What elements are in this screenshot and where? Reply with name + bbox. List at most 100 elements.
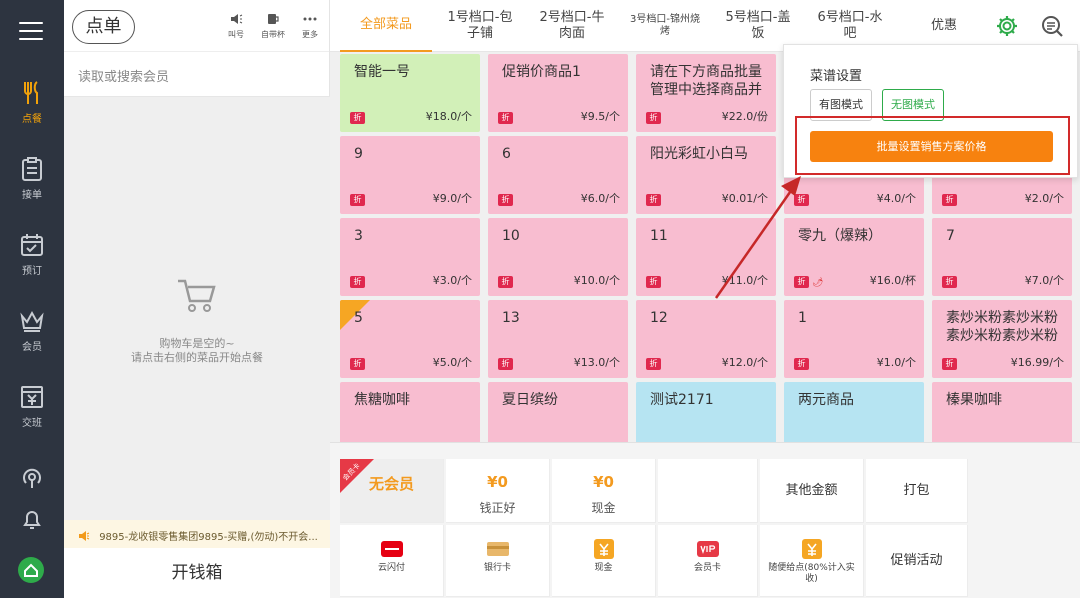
product-tile[interactable]: 5 折 ¥5.0/个 (340, 300, 480, 378)
product-name: 素炒米粉素炒米粉素炒米粉素炒米粉 (946, 310, 1058, 344)
tab-label: 全部菜品 (359, 17, 412, 32)
product-tile[interactable]: 1 折 ¥1.0/个 (784, 300, 924, 378)
product-name: 12 (650, 310, 668, 326)
product-name: 促销价商品1 (502, 64, 581, 80)
product-tile[interactable]: 榛果咖啡 (932, 382, 1072, 442)
discount-badge: 折 (350, 194, 365, 206)
product-tile[interactable]: 9 折 ¥9.0/个 (340, 136, 480, 214)
broadcast-icon[interactable] (20, 466, 44, 490)
product-tile[interactable]: 夏日缤纷 (488, 382, 628, 442)
product-tile[interactable]: 两元商品 (784, 382, 924, 442)
empty-line-1: 购物车是空的~ (159, 337, 235, 350)
nav-label: 点餐 (22, 114, 42, 125)
pay-method-label: 银行卡 (483, 563, 511, 573)
product-tile[interactable]: 促销价商品1 折 ¥9.5/个 (488, 54, 628, 132)
product-tile[interactable]: 10 折 ¥10.0/个 (488, 218, 628, 296)
call-number-button[interactable]: 叫号 (219, 12, 253, 40)
cash-amount-cell[interactable]: ¥0 现金 (552, 459, 656, 523)
product-name: 夏日缤纷 (502, 392, 558, 408)
tab-label: 1号档口-包 (447, 10, 513, 25)
exact-change-label: 钱正好 (479, 501, 516, 515)
bank-card-icon (486, 542, 509, 556)
pay-bankcard-button[interactable]: 银行卡 (446, 525, 550, 597)
product-name: 焦糖咖啡 (354, 392, 410, 408)
nav-item-orders-received[interactable]: 接单 (0, 156, 64, 201)
other-amount-button[interactable]: 其他金额 (760, 459, 864, 523)
product-tile[interactable]: 3 折 ¥3.0/个 (340, 218, 480, 296)
promotion-button[interactable]: 促销活动 (866, 525, 968, 597)
cart-panel: 点单 叫号 自带杯 更多 读取或搜索会员 购物车是空的~ 请点击右侧的菜品开始点… (64, 0, 330, 598)
tab-stall-2[interactable]: 2号档口-牛 肉面 (532, 0, 612, 52)
discount-badge: 折 (646, 194, 661, 206)
pay-method-label: 随便给点(80%计入实收) (768, 563, 855, 584)
member-cell[interactable]: 会员卡 无会员 (340, 459, 444, 523)
pay-unionpay-button[interactable]: 云闪付 (340, 525, 444, 597)
tab-all-dishes[interactable]: 全部菜品 (340, 0, 432, 52)
tab-label: 优惠 (930, 18, 957, 33)
more-button[interactable]: 更多 (293, 12, 327, 40)
product-name: 阳光彩虹小白马 (650, 146, 748, 162)
product-name: 两元商品 (798, 392, 854, 408)
pay-cash-button[interactable]: 现金 (552, 525, 656, 597)
more-dots-icon (303, 17, 317, 21)
pay-method-label: 现金 (594, 563, 613, 573)
product-tile[interactable]: 零九（爆辣） 折 🌶 ¥16.0/杯 (784, 218, 924, 296)
product-tile[interactable]: 智能一号折 ¥18.0/个 (340, 54, 480, 132)
tab-label: 子铺 (466, 26, 493, 41)
product-tile[interactable]: 焦糖咖啡 (340, 382, 480, 442)
open-cash-drawer-button[interactable]: 开钱箱 (64, 548, 330, 598)
pay-member-card-button[interactable]: 会员卡 (658, 525, 758, 597)
nav-item-reservation[interactable]: 预订 (0, 232, 64, 277)
product-name: 11 (650, 228, 668, 244)
tab-label: 2号档口-牛 (539, 10, 605, 25)
fork-knife-icon (24, 81, 38, 104)
discount-badge: 折 (794, 276, 809, 288)
pack-button[interactable]: 打包 (866, 459, 968, 523)
nav-item-member[interactable]: 会员 (0, 308, 64, 353)
home-icon[interactable] (17, 556, 45, 584)
clipboard-icon (22, 157, 42, 181)
nav-label: 会员 (22, 342, 42, 353)
product-tile[interactable]: 测试2171 (636, 382, 776, 442)
unionpay-icon (380, 541, 403, 557)
speaker-icon (79, 531, 90, 541)
tab-label: 3号档口-锦州烧 (630, 14, 700, 25)
own-cup-button[interactable]: 自带杯 (256, 12, 290, 40)
product-price: ¥2.0/个 (1024, 192, 1064, 205)
cash-box-icon (21, 386, 43, 408)
tab-stall-3[interactable]: 3号档口-锦州烧烤 (622, 0, 708, 52)
search-list-icon[interactable] (1040, 14, 1064, 38)
exact-change-cell[interactable]: ¥0 钱正好 (446, 459, 550, 523)
pay-method-label: 会员卡 (693, 563, 721, 573)
discount-badge: 折 (350, 358, 365, 370)
product-name: 请在下方商品批量管理中选择商品并 (650, 64, 762, 98)
product-name: 5 (354, 310, 363, 326)
tab-label: 吧 (843, 26, 857, 41)
menu-icon[interactable] (19, 22, 43, 42)
product-tile[interactable]: 阳光彩虹小白马折 ¥0.01/个 (636, 136, 776, 214)
product-tile[interactable]: 13 折 ¥13.0/个 (488, 300, 628, 378)
product-tile[interactable]: 请在下方商品批量管理中选择商品并折 ¥22.0/份 (636, 54, 776, 132)
product-tile[interactable]: 素炒米粉素炒米粉素炒米粉素炒米粉折 ¥16.99/个 (932, 300, 1072, 378)
product-tile[interactable]: 6 折 ¥6.0/个 (488, 136, 628, 214)
product-tile[interactable]: 12 折 ¥12.0/个 (636, 300, 776, 378)
tab-stall-1[interactable]: 1号档口-包 子铺 (440, 0, 520, 52)
exact-change-amount: ¥0 (487, 473, 508, 491)
product-price: ¥1.0/个 (876, 356, 916, 369)
discount-badge: 折 (942, 276, 957, 288)
product-tile[interactable]: 11 折 ¥11.0/个 (636, 218, 776, 296)
bell-icon[interactable] (20, 508, 44, 532)
nav-item-order[interactable]: 点餐 (0, 80, 64, 125)
nav-label: 接单 (22, 190, 42, 201)
gear-icon[interactable] (995, 14, 1019, 38)
pay-random-button[interactable]: 随便给点(80%计入实收) (760, 525, 864, 597)
product-tile[interactable]: 7 折 ¥7.0/个 (932, 218, 1072, 296)
tab-label: 饭 (751, 26, 765, 41)
product-price: ¥16.99/个 (1010, 356, 1064, 369)
order-mode-button[interactable]: 点单 (72, 10, 135, 44)
empty-line-2: 请点击右侧的菜品开始点餐 (131, 351, 263, 364)
calendar-check-icon (21, 234, 43, 256)
nav-item-shift[interactable]: 交班 (0, 384, 64, 429)
member-search-input[interactable]: 读取或搜索会员 (64, 52, 330, 97)
product-price: ¥11.0/个 (721, 274, 768, 287)
